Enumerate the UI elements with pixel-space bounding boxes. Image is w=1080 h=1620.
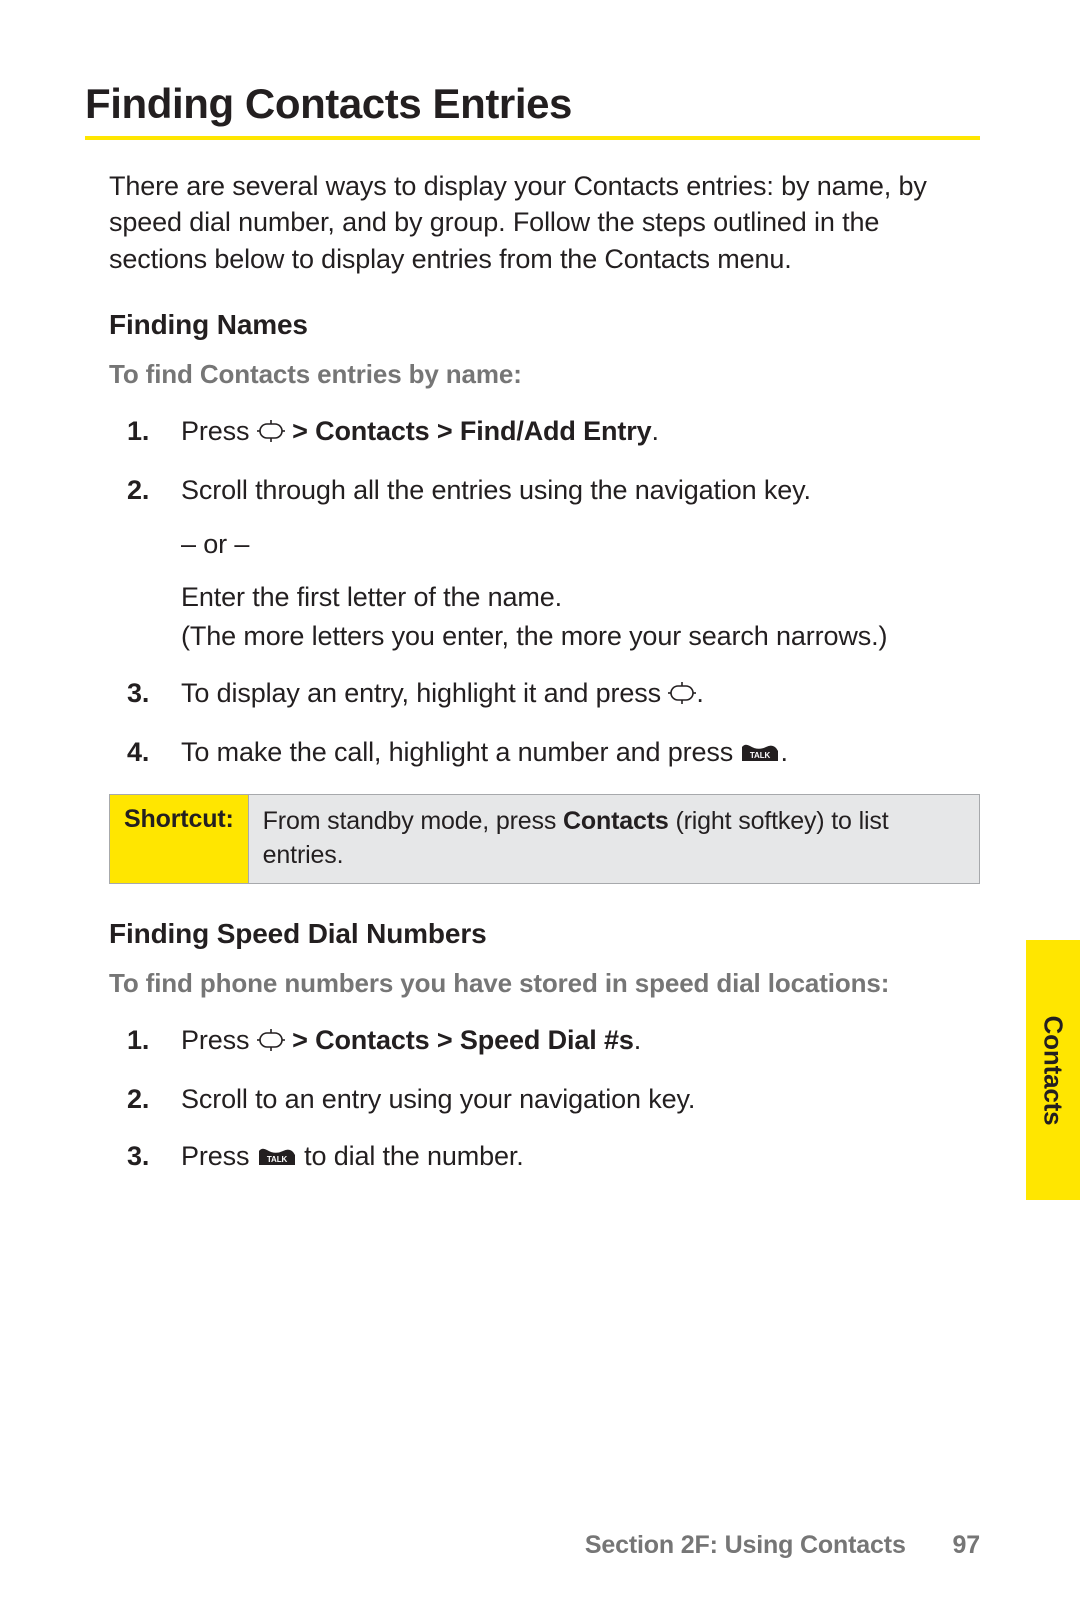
step-text: . (651, 416, 658, 446)
shortcut-text: From standby mode, press (263, 807, 563, 835)
step-text: To make the call, highlight a number and… (181, 737, 740, 767)
intro-text: There are several ways to display your C… (109, 168, 980, 277)
section2-steps: Press > Contacts > Speed Dial #s. Scroll… (109, 1021, 980, 1178)
step-text: To display an entry, highlight it and pr… (181, 678, 668, 708)
step-text: Press (181, 1141, 257, 1171)
list-item: Scroll through all the entries using the… (109, 471, 980, 656)
section1-heading: Finding Names (109, 309, 980, 341)
step-bold: > Contacts > Speed Dial #s (285, 1025, 634, 1055)
list-item: To make the call, highlight a number and… (109, 733, 980, 774)
shortcut-body: From standby mode, press Contacts (right… (249, 795, 979, 883)
nav-key-icon (668, 676, 696, 715)
talk-key-icon (257, 1139, 297, 1178)
step-text: (The more letters you enter, the more yo… (181, 617, 980, 656)
footer-section: Section 2F: Using Contacts (585, 1531, 906, 1559)
section-tab: Contacts (1026, 940, 1080, 1200)
step-text: Press (181, 1025, 257, 1055)
talk-key-icon (740, 735, 780, 774)
shortcut-bold: Contacts (563, 807, 669, 835)
section2-heading: Finding Speed Dial Numbers (109, 918, 980, 950)
section1-lead: To find Contacts entries by name: (109, 359, 980, 390)
section-tab-label: Contacts (1038, 1015, 1069, 1125)
list-item: Press > Contacts > Find/Add Entry. (109, 412, 980, 453)
nav-key-icon (257, 414, 285, 453)
step-bold: > Contacts > Find/Add Entry (285, 416, 652, 446)
page-footer: Section 2F: Using Contacts 97 (585, 1531, 980, 1560)
step-text: . (780, 737, 787, 767)
list-item: To display an entry, highlight it and pr… (109, 674, 980, 715)
list-item: Press to dial the number. (109, 1137, 980, 1178)
step-text: Scroll through all the entries using the… (181, 475, 811, 505)
shortcut-callout: Shortcut: From standby mode, press Conta… (109, 794, 980, 884)
list-item: Scroll to an entry using your navigation… (109, 1080, 980, 1119)
nav-key-icon (257, 1023, 285, 1062)
step-text: . (696, 678, 703, 708)
list-item: Press > Contacts > Speed Dial #s. (109, 1021, 980, 1062)
shortcut-label: Shortcut: (110, 795, 249, 883)
step-text: Enter the first letter of the name. (181, 578, 980, 617)
section1-steps: Press > Contacts > Find/Add Entry. Scrol… (109, 412, 980, 774)
footer-page-number: 97 (953, 1531, 981, 1560)
step-text: . (634, 1025, 641, 1055)
title-rule (85, 136, 980, 140)
step-or: – or – (181, 525, 980, 564)
page-title: Finding Contacts Entries (85, 80, 980, 128)
section2-lead: To find phone numbers you have stored in… (109, 968, 980, 999)
step-text: Press (181, 416, 257, 446)
step-text: to dial the number. (297, 1141, 524, 1171)
